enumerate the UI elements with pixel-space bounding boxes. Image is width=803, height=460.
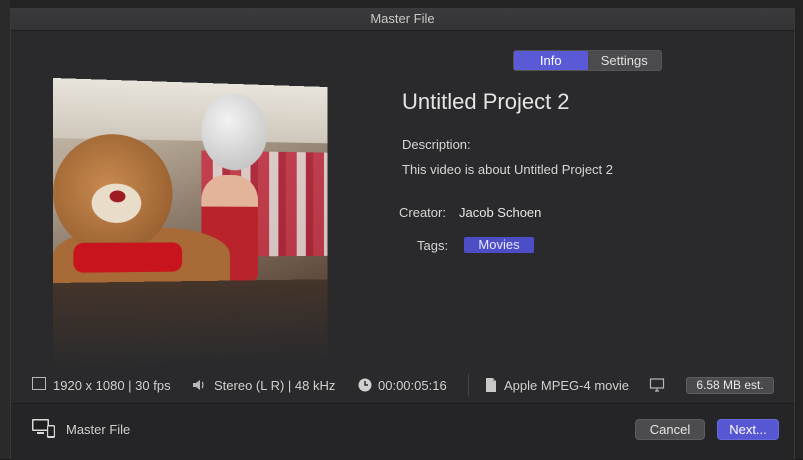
format-info: Apple MPEG-4 movie xyxy=(504,378,629,393)
status-divider xyxy=(468,374,469,396)
devices-icon xyxy=(31,416,57,440)
window-title: Master File xyxy=(370,11,435,26)
tags-label: Tags: xyxy=(417,238,449,253)
thumb-bear-nose xyxy=(109,190,126,203)
background-strip xyxy=(0,0,10,459)
duration-info: 00:00:05:16 xyxy=(378,378,447,393)
creator-field[interactable]: Jacob Schoen xyxy=(459,205,541,220)
thumb-bow xyxy=(73,242,183,273)
project-thumbnail xyxy=(53,78,341,368)
next-button[interactable]: Next... xyxy=(717,419,779,440)
clock-icon xyxy=(357,377,373,393)
tag-movies[interactable]: Movies xyxy=(464,237,534,253)
share-dialog: Master File Info Settings Untitled Proje… xyxy=(10,8,795,460)
tab-settings[interactable]: Settings xyxy=(587,51,661,70)
dialog-footer: Master File Cancel Next... xyxy=(11,403,794,460)
creator-label: Creator: xyxy=(399,205,446,220)
thumb-bear-snout xyxy=(91,183,142,223)
project-title[interactable]: Untitled Project 2 xyxy=(402,89,570,115)
thumbnail-image xyxy=(53,78,328,283)
frame-size-icon xyxy=(32,377,46,390)
speaker-icon xyxy=(191,377,207,393)
description-label: Description: xyxy=(402,137,471,152)
file-size-badge: 6.58 MB est. xyxy=(686,377,774,394)
description-field[interactable]: This video is about Untitled Project 2 xyxy=(402,162,613,177)
resolution-info: 1920 x 1080 | 30 fps xyxy=(53,378,171,393)
thumb-ceiling xyxy=(53,78,328,144)
info-settings-tabs: Info Settings xyxy=(513,50,662,71)
audio-info: Stereo (L R) | 48 kHz xyxy=(214,378,336,393)
title-bar: Master File xyxy=(11,8,794,31)
thumb-balloon xyxy=(201,92,268,171)
status-bar: 1920 x 1080 | 30 fps Stereo (L R) | 48 k… xyxy=(11,370,794,400)
display-icon[interactable] xyxy=(649,377,665,393)
thumbnail-reflection xyxy=(53,279,328,368)
destination-label: Master File xyxy=(66,422,131,437)
cancel-button[interactable]: Cancel xyxy=(635,419,705,440)
tab-info[interactable]: Info xyxy=(514,51,588,70)
document-icon xyxy=(483,377,499,393)
